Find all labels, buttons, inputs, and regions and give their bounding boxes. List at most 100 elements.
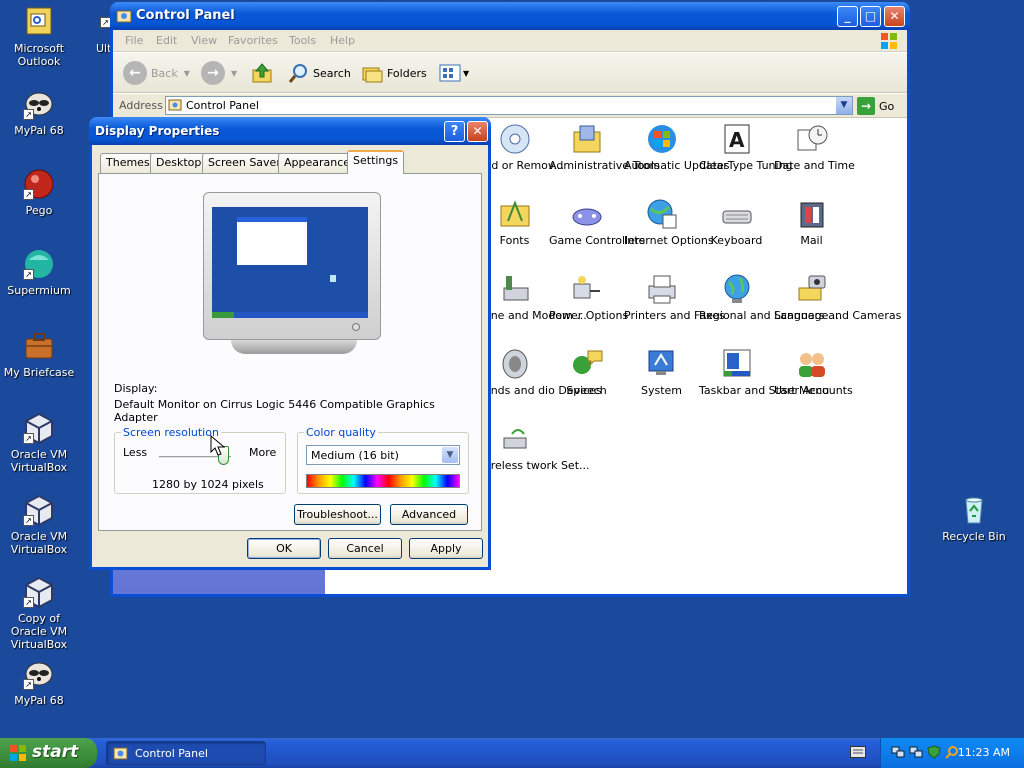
views-button[interactable]: ▼: [439, 60, 469, 86]
scanner-camera-icon: [795, 272, 829, 306]
desktop-icon-briefcase[interactable]: My Briefcase: [0, 330, 78, 379]
cp-item-date-time[interactable]: Date and Time: [774, 122, 855, 172]
network-icon[interactable]: [891, 745, 905, 759]
speaker-icon: [498, 347, 532, 381]
help-button[interactable]: ?: [444, 121, 465, 142]
cp-item-scanners-cameras[interactable]: Scanners and Cameras: [774, 272, 901, 322]
cp-item-power-options[interactable]: Power Options: [549, 272, 628, 322]
virtualbox-icon: ↗: [23, 576, 55, 609]
cp-item-user-accounts[interactable]: User Accounts: [774, 347, 853, 397]
tab-desktop[interactable]: Desktop: [150, 153, 208, 173]
advanced-button[interactable]: Advanced: [390, 504, 468, 525]
more-label: More: [249, 446, 277, 459]
desktop-icon-mypal-2[interactable]: ↗ MyPal 68: [0, 658, 78, 707]
cp-item-administrative-tools[interactable]: Administrative Tools: [549, 122, 660, 172]
color-quality-preview: [306, 474, 460, 488]
search-button[interactable]: Search: [287, 60, 351, 86]
menu-bar: File Edit View Favorites Tools Help: [113, 30, 907, 52]
folders-button[interactable]: Folders: [361, 60, 427, 86]
security-shield-icon[interactable]: [927, 745, 941, 759]
power-button-icon: [352, 323, 360, 331]
recycle-bin-icon: [958, 494, 990, 526]
cancel-button[interactable]: Cancel: [328, 538, 402, 559]
back-arrow-icon: ←: [123, 61, 147, 85]
supermium-icon: ↗: [23, 248, 55, 280]
network-connection-icon[interactable]: [909, 745, 923, 759]
virtualbox-icon: ↗: [23, 494, 55, 527]
shortcut-arrow-icon: ↗: [23, 515, 34, 526]
pego-icon: ↗: [23, 168, 55, 200]
desktop-icon-outlook[interactable]: Microsoft Outlook: [0, 6, 78, 68]
tab-screen-saver[interactable]: Screen Saver: [202, 153, 287, 173]
users-icon: [795, 347, 829, 381]
minimize-button[interactable]: _: [837, 6, 858, 27]
taskbar-button-control-panel[interactable]: Control Panel: [106, 741, 266, 765]
maximize-button[interactable]: □: [860, 6, 881, 27]
menu-help[interactable]: Help: [330, 34, 355, 47]
desktop-icon-mypal[interactable]: ↗ MyPal 68: [0, 88, 78, 137]
menu-tools[interactable]: Tools: [289, 34, 316, 47]
color-quality-select[interactable]: Medium (16 bit) ▼: [306, 445, 460, 465]
cp-item-printers-faxes[interactable]: Printers and Faxes: [624, 272, 725, 322]
tab-appearance[interactable]: Appearance: [278, 153, 357, 173]
monitor-preview: [203, 192, 381, 340]
go-button[interactable]: → Go: [857, 97, 894, 115]
back-button[interactable]: ← Back ▼: [123, 60, 190, 86]
desktop-icon-supermium[interactable]: ↗ Supermium: [0, 248, 78, 297]
tab-themes[interactable]: Themes: [100, 153, 156, 173]
menu-edit[interactable]: Edit: [156, 34, 177, 47]
back-dropdown-icon: ▼: [183, 68, 190, 78]
chevron-down-icon[interactable]: ▼: [442, 447, 458, 463]
cp-item-mail[interactable]: Mail: [774, 197, 849, 247]
desktop-icon-pego[interactable]: ↗ Pego: [0, 168, 78, 217]
clock[interactable]: 11:23 AM: [958, 746, 1010, 759]
display-properties-dialog: Display Properties ? ✕ Themes Desktop Sc…: [89, 117, 491, 570]
less-label: Less: [123, 446, 148, 459]
cp-item-game-controllers[interactable]: Game Controllers: [549, 197, 645, 247]
monitor-stand: [231, 340, 357, 354]
start-button[interactable]: start: [0, 738, 97, 768]
address-dropdown-button[interactable]: ▼: [836, 97, 852, 114]
cp-item-speech[interactable]: Speech: [549, 347, 624, 397]
address-input[interactable]: Control Panel ▼: [165, 96, 853, 115]
ok-button[interactable]: OK: [247, 538, 321, 559]
forward-button[interactable]: → ▼: [201, 60, 237, 86]
desktop-icon-virtualbox-2[interactable]: ↗ Oracle VM VirtualBox: [0, 494, 78, 556]
cp-item-regional-language[interactable]: Regional and Language ...: [699, 272, 842, 322]
address-label: Address: [119, 99, 163, 112]
apply-button[interactable]: Apply: [409, 538, 483, 559]
desktop-icon-virtualbox-1[interactable]: ↗ Oracle VM VirtualBox: [0, 412, 78, 474]
printer-icon: [645, 272, 679, 306]
cp-item-automatic-updates[interactable]: Automatic Updates: [624, 122, 729, 172]
troubleshoot-button[interactable]: Troubleshoot...: [294, 504, 381, 525]
dialog-close-button[interactable]: ✕: [467, 121, 488, 142]
control-panel-icon: [116, 8, 132, 24]
tab-settings[interactable]: Settings: [347, 150, 405, 174]
folders-icon: [362, 67, 383, 83]
up-folder-button[interactable]: [251, 60, 273, 86]
cp-item-system[interactable]: System: [624, 347, 699, 397]
menu-favorites[interactable]: Favorites: [228, 34, 278, 47]
toolbar: ← Back ▼ → ▼ Search Folders ▼: [113, 53, 907, 93]
menu-view[interactable]: View: [191, 34, 217, 47]
desktop-icon-recycle-bin[interactable]: Recycle Bin: [935, 494, 1013, 543]
display-properties-titlebar[interactable]: Display Properties ? ✕: [89, 117, 491, 145]
color-quality-group: Color quality Medium (16 bit) ▼: [297, 426, 469, 494]
cp-item-cleartype[interactable]: A ClearType Tuning: [699, 122, 793, 172]
menu-file[interactable]: File: [125, 34, 143, 47]
preview-taskbar: [212, 312, 368, 318]
automatic-updates-icon: [645, 122, 679, 156]
cp-item-taskbar-start[interactable]: Taskbar and Start Menu: [699, 347, 829, 397]
resolution-value: 1280 by 1024 pixels: [152, 478, 264, 491]
address-bar: Address Control Panel ▼ → Go: [113, 94, 907, 118]
system-icon: [645, 347, 679, 381]
cp-item-internet-options[interactable]: Internet Options: [624, 197, 714, 247]
desktop-icon-virtualbox-copy[interactable]: ↗ Copy of Oracle VM VirtualBox: [0, 576, 78, 651]
desktop-icon-ulti[interactable]: ↗ Ulti: [82, 6, 112, 55]
cp-item-keyboard[interactable]: Keyboard: [699, 197, 774, 247]
close-button[interactable]: ✕: [884, 6, 905, 27]
keyboard-layout-icon[interactable]: [850, 746, 866, 758]
control-panel-titlebar[interactable]: Control Panel _ □ ✕: [110, 2, 910, 30]
windows-logo-icon: [879, 31, 899, 51]
shortcut-arrow-icon: ↗: [23, 269, 34, 280]
